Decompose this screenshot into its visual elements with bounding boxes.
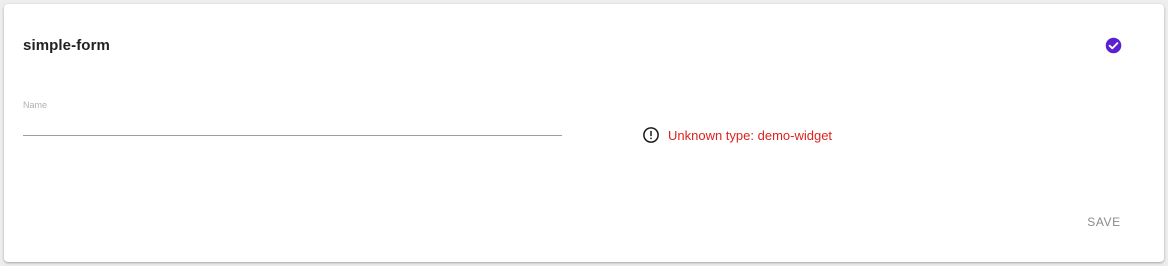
form-title: simple-form [23, 37, 110, 54]
save-button[interactable]: SAVE [1076, 208, 1132, 236]
form-card: simple-form Name Unknown type: demo-widg… [4, 4, 1164, 262]
name-field: Name [23, 100, 562, 140]
name-field-label: Name [23, 100, 48, 110]
error-text: Unknown type: demo-widget [668, 127, 833, 143]
exclamation-circle-icon [642, 126, 660, 144]
name-input[interactable] [23, 114, 562, 136]
error-message: Unknown type: demo-widget [642, 126, 832, 144]
check-circle-icon [1105, 37, 1122, 54]
